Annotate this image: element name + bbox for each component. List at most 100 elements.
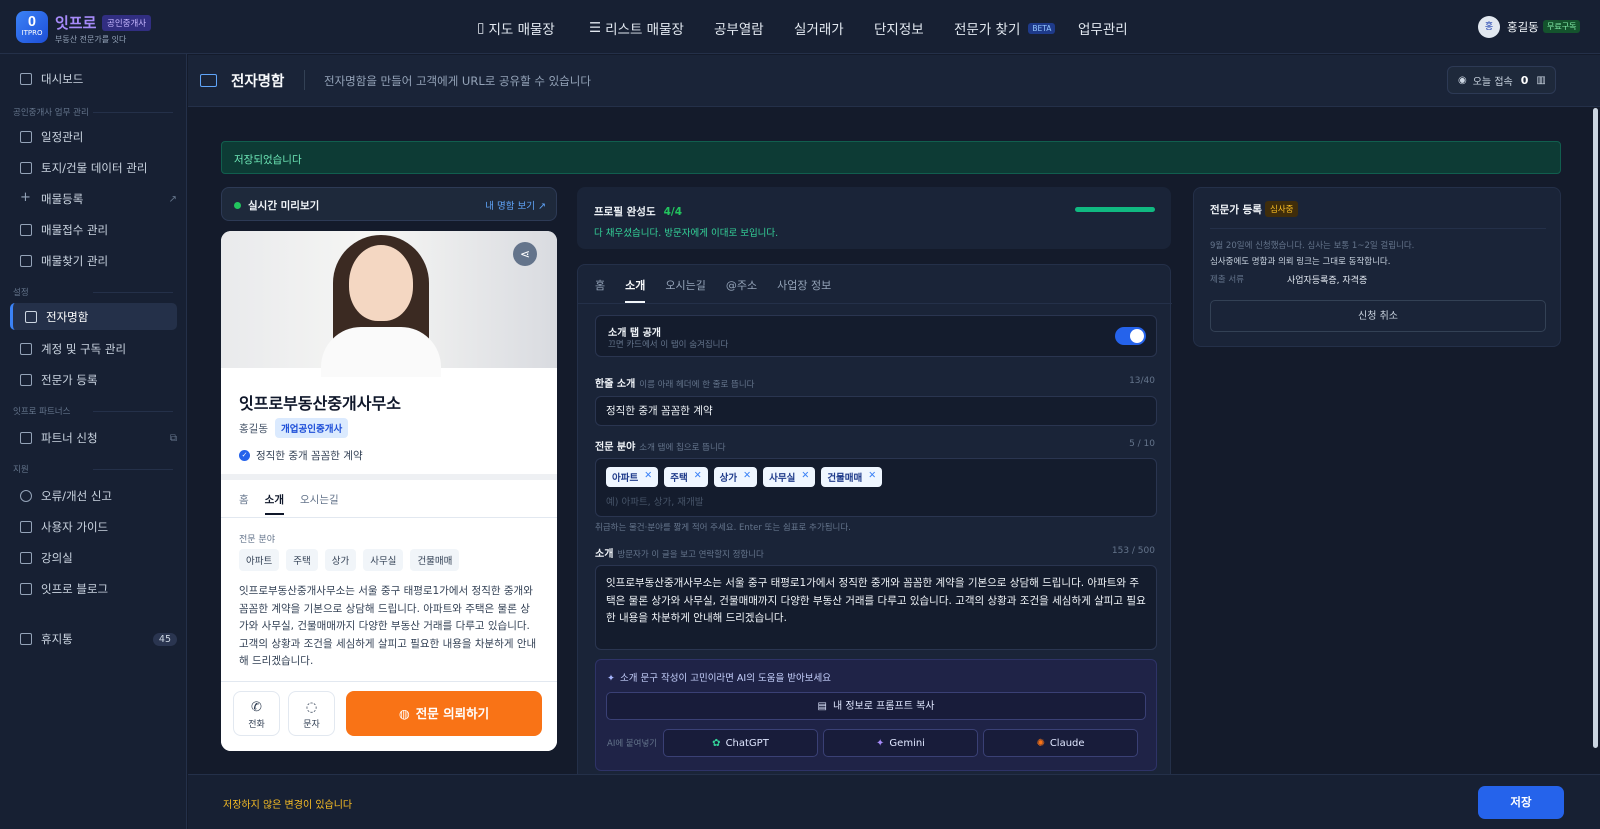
close-icon[interactable]: ✕: [868, 470, 876, 484]
external-link-icon: ⧉: [169, 432, 177, 444]
beta-badge: BETA: [1028, 22, 1056, 34]
nav-registry[interactable]: 공부열람: [714, 18, 764, 38]
sidebar-item-listing-search[interactable]: 매물찾기 관리: [20, 253, 177, 269]
sidebar-item-dashboard[interactable]: 대시보드: [20, 71, 177, 87]
card-tab-directions[interactable]: 오시는길: [300, 492, 339, 515]
claude-icon: ✺: [1036, 738, 1045, 749]
brand-name[interactable]: 잇프로: [55, 12, 96, 33]
tab-home[interactable]: 홈: [595, 277, 605, 303]
toggle-title: 소개 탭 공개: [608, 328, 661, 339]
sidebar-item-trash[interactable]: 휴지통 45: [20, 631, 177, 647]
intro-textarea[interactable]: 잇프로부동산중개사무소는 서울 중구 태평로1가에서 정직한 중개와 꼼꼼한 계…: [595, 565, 1157, 650]
card-person-name: 홍길동: [239, 423, 268, 435]
document-icon: [20, 224, 32, 236]
live-dot-icon: [234, 202, 241, 209]
card-footer: ✆ 전화 ◌ 문자 ◍ 전문 의뢰하기: [221, 681, 557, 751]
user-name[interactable]: 홍길동: [1507, 19, 1539, 35]
field-label: 전문 분야 소개 탭에 칩으로 뜹니다: [595, 442, 726, 453]
sidebar-item-listing-register[interactable]: + 매물등록 ↗: [20, 191, 177, 207]
cancel-application-button[interactable]: 신청 취소: [1210, 300, 1546, 332]
unsaved-warning: 저장하지 않은 변경이 있습니다: [223, 800, 353, 811]
arrow-up-right-icon: ↗: [168, 193, 177, 205]
call-button[interactable]: ✆ 전화: [233, 691, 280, 736]
divider: [304, 70, 305, 90]
preview-header: 실시간 미리보기 내 명함 보기 ↗: [221, 187, 557, 221]
request-button[interactable]: ◍ 전문 의뢰하기: [346, 691, 542, 736]
chip: 건물매매 ✕: [821, 467, 883, 487]
nav-complex[interactable]: 단지정보: [874, 18, 924, 38]
close-icon[interactable]: ✕: [694, 470, 702, 484]
divider: [221, 517, 557, 518]
sidebar-item-account[interactable]: 계정 및 구독 관리: [20, 341, 177, 357]
toggle-subtitle: 끄면 카드에서 이 탭이 숨겨집니다: [608, 340, 729, 350]
completion-message: 다 채우셨습니다. 방문자에게 이대로 보입니다.: [594, 228, 779, 239]
sparkle-icon: ✦: [607, 673, 615, 684]
avatar[interactable]: 홍: [1478, 16, 1500, 38]
sidebar-item-lecture[interactable]: 강의실: [20, 550, 177, 566]
share-icon[interactable]: ⋖: [513, 242, 537, 266]
close-icon[interactable]: ✕: [801, 470, 809, 484]
sidebar-item-blog[interactable]: 잇프로 블로그: [20, 581, 177, 597]
sidebar-item-guide[interactable]: 사용자 가이드: [20, 519, 177, 535]
saved-alert: 저장되었습니다: [221, 141, 1561, 174]
field-count: 5 / 10: [1129, 439, 1155, 449]
save-button[interactable]: 저장: [1478, 786, 1564, 819]
page-scrollbar[interactable]: [1593, 108, 1598, 748]
card-tab-home[interactable]: 홈: [239, 492, 249, 515]
close-icon[interactable]: ✕: [743, 470, 751, 484]
sidebar-item-land-data[interactable]: 토지/건물 데이터 관리: [20, 160, 177, 176]
card-tab-intro[interactable]: 소개: [264, 492, 284, 515]
sidebar-item-partner-apply[interactable]: 파트너 신청 ⧉: [20, 430, 177, 446]
sidebar-item-report[interactable]: 오류/개선 신고: [20, 488, 177, 504]
tab-address[interactable]: @주소: [726, 277, 757, 303]
sms-button[interactable]: ◌ 문자: [288, 691, 335, 736]
sidebar-item-schedule[interactable]: 일정관리: [20, 129, 177, 145]
profile-photo: [221, 231, 557, 377]
field-chip-input[interactable]: 아파트 ✕ 주택 ✕ 상가 ✕ 사무실 ✕ 건물매매 ✕ 예) 아파트, 상가, 재개발: [595, 458, 1157, 517]
intro-visibility-toggle[interactable]: [1115, 327, 1146, 345]
preview-title: 실시간 미리보기: [248, 200, 320, 212]
close-icon[interactable]: ✕: [644, 470, 652, 484]
sidebar-item-listing-intake[interactable]: 매물접수 관리: [20, 222, 177, 238]
sidebar-item-business-card[interactable]: 전자명함: [10, 303, 177, 330]
view-card-link[interactable]: 내 명함 보기 ↗: [485, 198, 546, 212]
expert-status-note: 심사중에도 명함과 의뢰 링크는 그대로 동작합니다.: [1210, 257, 1391, 267]
id-card-icon: [200, 74, 217, 87]
graduation-icon: [20, 552, 32, 564]
tab-business-info[interactable]: 사업장 정보: [777, 277, 831, 303]
oneline-label: 한줄 소개 이름 아래 헤더에 한 줄로 뜹니다: [595, 379, 755, 390]
claude-button[interactable]: ✺ Claude: [983, 729, 1138, 757]
trash-icon: [20, 633, 32, 645]
gemini-icon: ✦: [876, 738, 885, 749]
list-icon: ☰: [589, 20, 602, 36]
oneline-count: 13/40: [1129, 376, 1155, 386]
card-tabs: 홈 소개 오시는길: [239, 492, 339, 515]
chat-icon: ◍: [398, 706, 410, 721]
copy-prompt-button[interactable]: ▤ 내 정보로 프롬프트 복사: [606, 692, 1146, 720]
tab-intro[interactable]: 소개: [625, 277, 646, 303]
divider: [221, 474, 557, 480]
nav-work[interactable]: 업무관리: [1078, 18, 1128, 38]
gemini-button[interactable]: ✦ Gemini: [823, 729, 978, 757]
visit-counter[interactable]: ◉ 오늘 접속 0 ▥: [1447, 66, 1556, 94]
chatgpt-button[interactable]: ✿ ChatGPT: [663, 729, 818, 757]
tab-directions[interactable]: 오시는길: [665, 277, 705, 303]
oneline-input[interactable]: 정직한 중개 꼼꼼한 계약: [595, 396, 1157, 426]
bar-chart-icon: ▥: [1536, 74, 1546, 86]
plan-badge: 무료구독: [1543, 20, 1581, 33]
card-icon: [20, 343, 32, 355]
card-tagline: ✓ 정직한 중개 꼼꼼한 계약: [239, 448, 363, 463]
nav-map-listings[interactable]: ▯ 지도 매물장: [477, 18, 555, 38]
intro-count: 153 / 500: [1111, 546, 1155, 556]
profile-completion: 프로필 완성도 4/4 다 채우셨습니다. 방문자에게 이대로 보입니다.: [577, 187, 1171, 249]
check-icon: ✓: [239, 450, 250, 461]
logo-icon[interactable]: 𝟎 ITPRO: [16, 11, 48, 43]
expert-title: 전문가 등록: [1210, 204, 1262, 216]
sidebar-item-expert-register[interactable]: 전문가 등록: [20, 372, 177, 388]
sidebar-section-settings: 설정: [13, 286, 173, 298]
nav-transactions[interactable]: 실거래가: [794, 18, 844, 38]
link-icon: [20, 432, 32, 444]
nav-list-listings[interactable]: ☰ 리스트 매물장: [589, 18, 684, 38]
expert-status-text: 9월 20일에 신청했습니다. 심사는 보통 1~2일 걸립니다.: [1210, 241, 1415, 251]
nav-find-expert[interactable]: 전문가 찾기 BETA: [954, 18, 1056, 38]
